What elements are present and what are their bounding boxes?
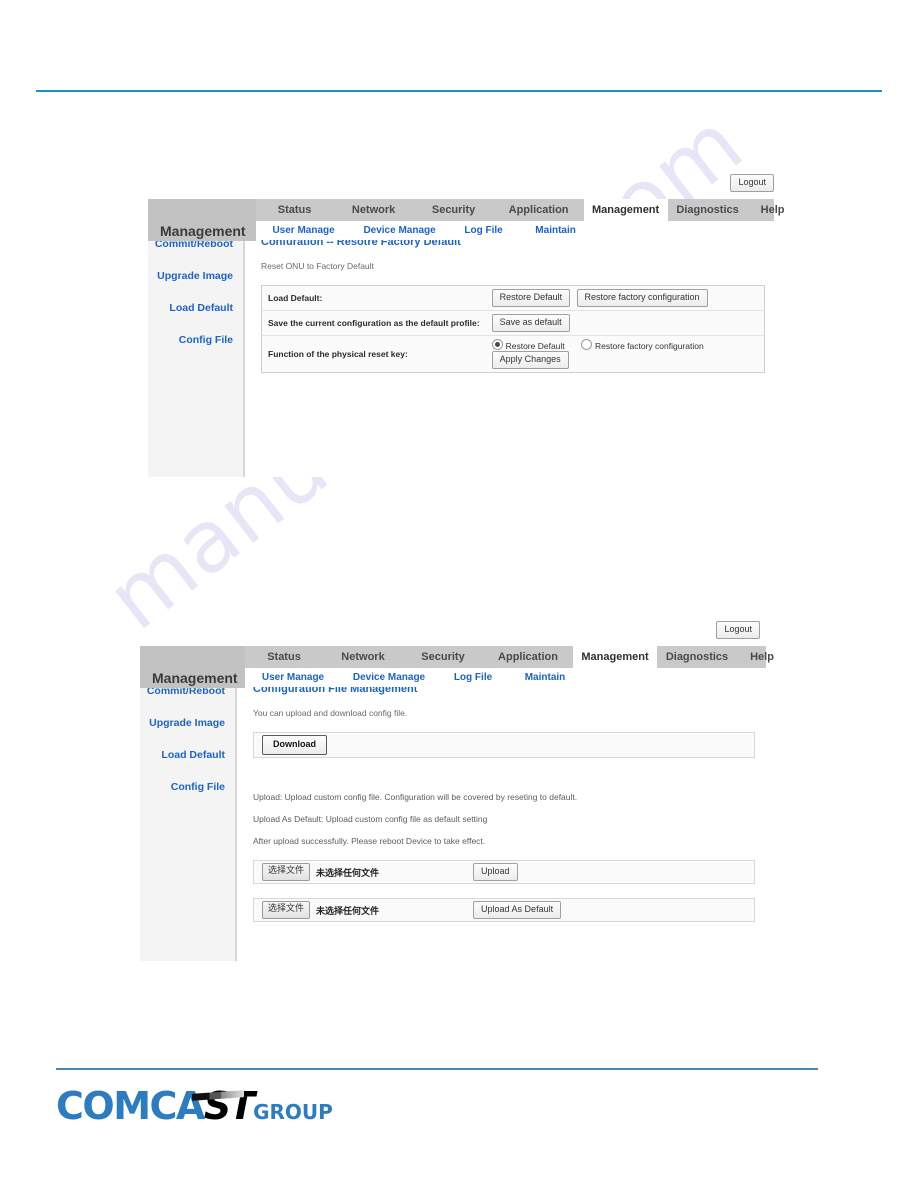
tab-diagnostics[interactable]: Diagnostics <box>668 199 748 221</box>
subtab-user-manage[interactable]: User Manage <box>256 225 352 236</box>
upload-row: 选择文件 未选择任何文件 Upload <box>253 860 755 884</box>
sidebar-2: Commit/Reboot Upgrade Image Load Default… <box>140 669 237 961</box>
file-status-upload-as-default: 未选择任何文件 <box>316 906 380 917</box>
logout-button-2[interactable]: Logout <box>716 621 760 639</box>
main-nav-bar-1: Management Status Network Security Appli… <box>148 199 798 241</box>
download-row: Download <box>253 732 755 758</box>
panel-body-1: Commit/Reboot Upgrade Image Load Default… <box>148 222 774 477</box>
router-ui-panel-restore-factory-default: Logout Management Status Network Securit… <box>148 172 798 477</box>
subtab-maintain-2[interactable]: Maintain <box>509 672 581 683</box>
upload-as-default-button[interactable]: Upload As Default <box>473 901 562 919</box>
choose-file-button-upload-as-default[interactable]: 选择文件 <box>262 901 311 919</box>
sidebar-item-config-file-2[interactable]: Config File <box>140 781 235 793</box>
content-area-2: Configuration File Management You can up… <box>237 669 766 961</box>
sidebar-1: Commit/Reboot Upgrade Image Load Default… <box>148 222 245 477</box>
nav-brand-1: Management <box>148 199 256 241</box>
note-upload: Upload: Upload custom config file. Confi… <box>253 792 578 802</box>
page-description-1: Reset ONU to Factory Default <box>261 261 374 271</box>
table-row-load-default: Load Default: Restore Default Restore fa… <box>261 285 765 311</box>
panel-body-2: Commit/Reboot Upgrade Image Load Default… <box>140 669 766 961</box>
tab-network-2[interactable]: Network <box>323 646 403 668</box>
restore-factory-default-table: Load Default: Restore Default Restore fa… <box>261 285 765 373</box>
nav-tabs-1: Status Network Security Application Mana… <box>256 199 798 221</box>
upload-as-default-row: 选择文件 未选择任何文件 Upload As Default <box>253 898 755 922</box>
restore-factory-configuration-button[interactable]: Restore factory configuration <box>576 289 708 307</box>
nav-tabs-2: Status Network Security Application Mana… <box>245 646 787 668</box>
sidebar-item-load-default-2[interactable]: Load Default <box>140 749 235 761</box>
sub-nav-bar-1: User Manage Device Manage Log File Maint… <box>255 221 798 240</box>
page-description-2: You can upload and download config file. <box>253 708 408 718</box>
save-as-default-button[interactable]: Save as default <box>491 314 570 332</box>
table-row-physical-reset-key: Function of the physical reset key: Rest… <box>262 336 765 373</box>
subtab-device-manage-2[interactable]: Device Manage <box>341 672 437 683</box>
cell-physical-reset-options: Restore Default Restore factory configur… <box>486 336 765 373</box>
logout-row-1: Logout <box>730 172 774 192</box>
tab-security[interactable]: Security <box>414 199 494 221</box>
tab-management[interactable]: Management <box>583 199 668 221</box>
header-divider <box>36 90 882 92</box>
tab-security-2[interactable]: Security <box>403 646 483 668</box>
radio-restore-default[interactable] <box>491 339 503 350</box>
apply-changes-button[interactable]: Apply Changes <box>491 351 569 369</box>
sidebar-item-upgrade-image[interactable]: Upgrade Image <box>148 270 243 282</box>
footer-divider <box>56 1068 818 1070</box>
tab-application[interactable]: Application <box>494 199 584 221</box>
tab-status-2[interactable]: Status <box>245 646 323 668</box>
content-area-1: Confuration -- Resotre Factory Default R… <box>245 222 774 477</box>
logo-group-text: GROUP <box>253 1100 333 1124</box>
comcast-group-logo: COMCASTGROUP <box>56 1086 333 1126</box>
subtab-maintain[interactable]: Maintain <box>520 225 592 236</box>
upload-button[interactable]: Upload <box>473 863 518 881</box>
tab-help[interactable]: Help <box>748 199 798 221</box>
note-upload-as-default: Upload As Default: Upload custom config … <box>253 814 488 824</box>
file-input-upload-as-default[interactable]: 选择文件 未选择任何文件 <box>262 901 379 919</box>
nav-right-1: Status Network Security Application Mana… <box>255 199 798 240</box>
logout-row-2: Logout <box>716 619 760 639</box>
sidebar-item-config-file[interactable]: Config File <box>148 334 243 346</box>
sub-nav-bar-2: User Manage Device Manage Log File Maint… <box>245 668 787 687</box>
radio-label-restore-default: Restore Default <box>505 341 565 351</box>
restore-default-button[interactable]: Restore Default <box>491 289 571 307</box>
subtab-log-file-2[interactable]: Log File <box>437 672 509 683</box>
subtab-device-manage[interactable]: Device Manage <box>352 225 448 236</box>
table-row-save-default-profile: Save the current configuration as the de… <box>261 310 765 336</box>
subtab-log-file[interactable]: Log File <box>448 225 520 236</box>
cell-save-default-actions: Save as default <box>485 310 765 336</box>
cell-load-default-actions: Restore Default Restore factory configur… <box>485 285 765 311</box>
tab-diagnostics-2[interactable]: Diagnostics <box>657 646 737 668</box>
nav-brand-2: Management <box>140 646 245 688</box>
subtab-user-manage-2[interactable]: User Manage <box>245 672 341 683</box>
main-nav-bar-2: Management Status Network Security Appli… <box>140 646 787 688</box>
file-status-upload: 未选择任何文件 <box>316 868 380 879</box>
sidebar-item-upgrade-image-2[interactable]: Upgrade Image <box>140 717 235 729</box>
note-reboot: After upload successfully. Please reboot… <box>253 836 486 846</box>
tab-help-2[interactable]: Help <box>737 646 787 668</box>
tab-network[interactable]: Network <box>334 199 414 221</box>
label-load-default: Load Default: <box>261 285 486 311</box>
nav-container-1: Management Status Network Security Appli… <box>148 199 798 241</box>
tab-management-2[interactable]: Management <box>573 646 657 668</box>
nav-right-2: Status Network Security Application Mana… <box>245 646 787 687</box>
tab-status[interactable]: Status <box>256 199 334 221</box>
radio-restore-factory-configuration[interactable] <box>581 339 593 350</box>
router-ui-panel-config-file-management: Logout Management Status Network Securit… <box>140 619 787 961</box>
download-button[interactable]: Download <box>262 735 327 755</box>
tab-application-2[interactable]: Application <box>483 646 573 668</box>
logo-comca-text: COMCA <box>56 1084 205 1128</box>
sidebar-item-load-default[interactable]: Load Default <box>148 302 243 314</box>
nav-container-2: Management Status Network Security Appli… <box>140 646 787 688</box>
radio-label-restore-factory-configuration: Restore factory configuration <box>595 341 704 351</box>
choose-file-button-upload[interactable]: 选择文件 <box>262 863 311 881</box>
file-input-upload[interactable]: 选择文件 未选择任何文件 <box>262 863 379 881</box>
logout-button[interactable]: Logout <box>730 174 774 192</box>
label-save-default-profile: Save the current configuration as the de… <box>261 310 486 336</box>
label-physical-reset-key: Function of the physical reset key: <box>268 349 408 359</box>
